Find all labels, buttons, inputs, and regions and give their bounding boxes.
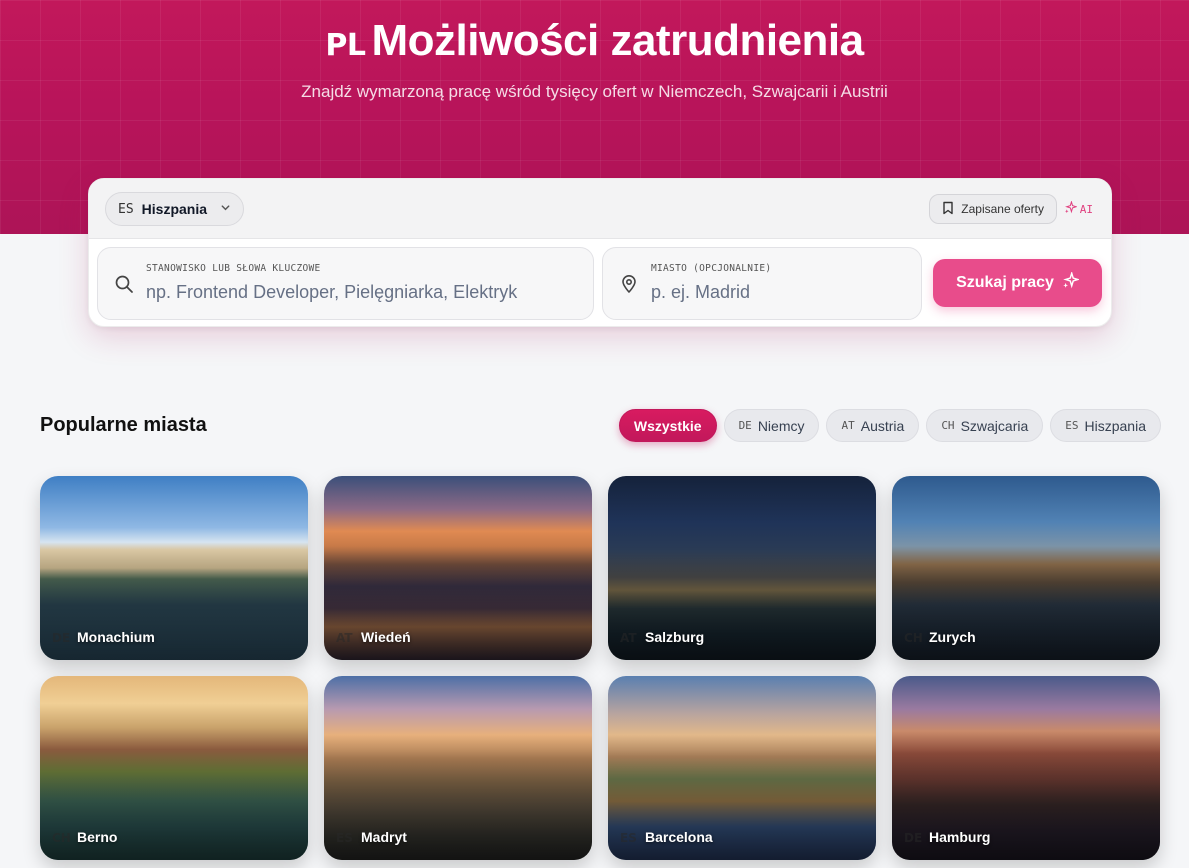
city-card-zurich[interactable]: CH Zurych <box>892 476 1160 660</box>
page-subtitle: Znajdź wymarzoną pracę wśród tysięcy ofe… <box>301 82 888 101</box>
ai-badge[interactable]: AI <box>1064 200 1093 217</box>
search-panel: ES Hiszpania Zapisane oferty AI STANOWIS… <box>88 178 1112 327</box>
city-name: Wiedeń <box>361 629 411 645</box>
city-name: Hamburg <box>929 829 991 845</box>
city-input[interactable] <box>651 282 909 303</box>
city-country-code: DE <box>52 631 71 645</box>
saved-offers-button[interactable]: Zapisane oferty <box>929 194 1057 224</box>
city-name: Zurych <box>929 629 976 645</box>
filter-code: AT <box>841 419 855 432</box>
country-select[interactable]: ES Hiszpania <box>105 192 244 226</box>
sparkle-icon <box>1062 270 1081 294</box>
city-country-code: AT <box>336 631 353 645</box>
city-name: Salzburg <box>645 629 705 645</box>
search-icon <box>114 274 134 294</box>
city-country-code: AT <box>620 631 637 645</box>
keyword-field[interactable]: STANOWISKO LUB SŁOWA KLUCZOWE <box>97 247 594 320</box>
saved-offers-label: Zapisane oferty <box>961 202 1044 216</box>
filter-label: Wszystkie <box>633 417 702 434</box>
city-card-salzburg[interactable]: AT Salzburg <box>608 476 876 660</box>
filter-label: Austria <box>860 417 905 434</box>
keyword-field-label: STANOWISKO LUB SŁOWA KLUCZOWE <box>146 263 321 274</box>
city-name: Madryt <box>361 829 407 845</box>
search-jobs-button[interactable]: Szukaj pracy <box>933 259 1102 307</box>
page-title: PL Możliwości zatrudnienia <box>0 16 1189 66</box>
map-pin-icon <box>619 274 639 294</box>
sparkle-icon <box>1064 200 1078 217</box>
filter-label: Szwajcaria <box>960 417 1029 434</box>
page-title-text: Możliwości zatrudnienia <box>371 16 864 65</box>
city-card-barcelona[interactable]: ES Barcelona <box>608 676 876 860</box>
city-field[interactable]: MIASTO (OPCJONALNIE) <box>602 247 922 320</box>
language-code: PL <box>325 28 366 63</box>
city-card-munich[interactable]: DE Monachium <box>40 476 308 660</box>
filter-all[interactable]: Wszystkie <box>618 409 717 442</box>
filter-label: Hiszpania <box>1084 417 1146 434</box>
bookmark-icon <box>942 201 954 218</box>
city-card-madrid[interactable]: ES Madryt <box>324 676 592 860</box>
filter-switzerland[interactable]: CH Szwajcaria <box>926 409 1044 442</box>
filter-code: DE <box>738 419 752 432</box>
city-card-hamburg[interactable]: DE Hamburg <box>892 676 1160 860</box>
filter-austria[interactable]: AT Austria <box>826 409 920 442</box>
city-country-code: DE <box>904 831 923 845</box>
search-jobs-label: Szukaj pracy <box>956 274 1054 291</box>
country-label: Hiszpania <box>141 201 208 217</box>
city-name: Berno <box>77 829 118 845</box>
city-name: Monachium <box>77 629 155 645</box>
popular-cities-title: Popularne miasta <box>40 414 207 436</box>
country-code: ES <box>118 201 134 217</box>
chevron-down-icon <box>220 202 231 216</box>
country-filter-tabs: Wszystkie DE Niemcy AT Austria CH Szwajc… <box>618 409 1161 442</box>
city-name: Barcelona <box>645 829 713 845</box>
filter-germany[interactable]: DE Niemcy <box>723 409 820 442</box>
ai-label: AI <box>1079 202 1093 216</box>
filter-spain[interactable]: ES Hiszpania <box>1050 409 1161 442</box>
city-country-code: ES <box>620 831 637 845</box>
keyword-input[interactable] <box>146 282 581 303</box>
search-panel-header: ES Hiszpania Zapisane oferty AI <box>89 179 1111 239</box>
filter-code: CH <box>941 419 955 432</box>
filter-code: ES <box>1065 419 1079 432</box>
city-country-code: ES <box>336 831 353 845</box>
city-country-code: CH <box>904 631 923 645</box>
city-card-bern[interactable]: CH Berno <box>40 676 308 860</box>
city-field-label: MIASTO (OPCJONALNIE) <box>651 263 772 274</box>
city-card-vienna[interactable]: AT Wiedeń <box>324 476 592 660</box>
city-country-code: CH <box>52 831 71 845</box>
filter-label: Niemcy <box>757 417 805 434</box>
